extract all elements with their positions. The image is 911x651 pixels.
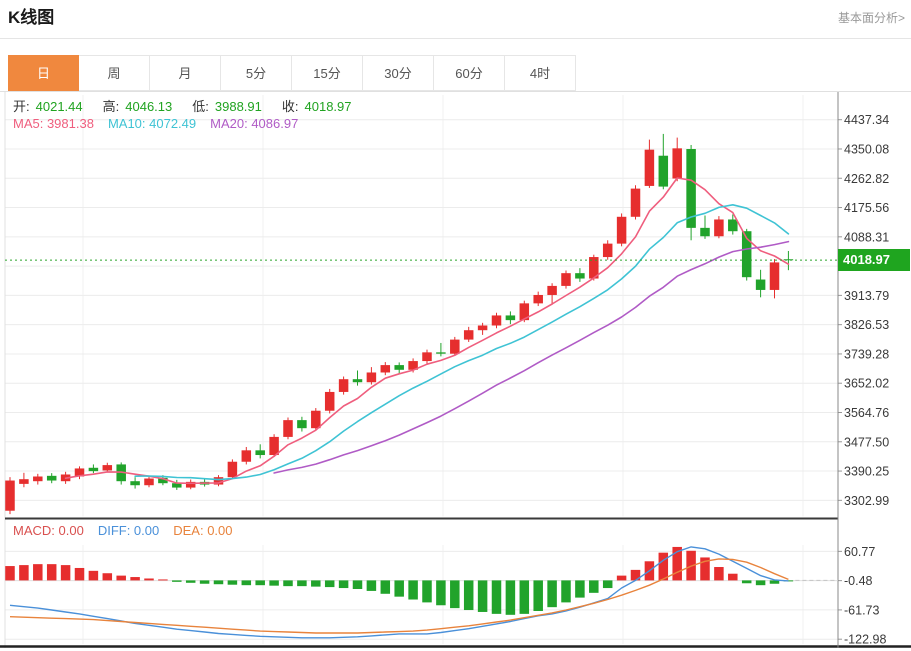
y-axis-label: 4350.08 xyxy=(844,142,889,156)
y-axis-label: 4262.82 xyxy=(844,172,889,186)
legend-item: DEA: 0.00 xyxy=(173,523,232,538)
interval-tab-7[interactable]: 4时 xyxy=(505,55,576,91)
interval-tab-5[interactable]: 30分 xyxy=(363,55,434,91)
y-axis-label: 4175.56 xyxy=(844,201,889,215)
legend-item: MA5: 3981.38 xyxy=(13,116,94,131)
interval-tab-0[interactable]: 日 xyxy=(8,55,79,91)
current-price-tag: 4018.97 xyxy=(838,249,910,271)
y-axis-label: 3739.28 xyxy=(844,347,889,361)
legend-item: 收:4018.97 xyxy=(282,99,358,114)
y-axis-label: 4088.31 xyxy=(844,230,889,244)
interval-tab-1[interactable]: 周 xyxy=(79,55,150,91)
interval-tab-3[interactable]: 5分 xyxy=(221,55,292,91)
page-header: K线图 基本面分析> xyxy=(0,0,911,39)
y-axis-label: 3390.25 xyxy=(844,465,889,479)
ma10-line xyxy=(135,205,788,480)
ohlc-legend: 开:4021.44 高:4046.13 低:3988.91 收:4018.97 xyxy=(13,96,372,115)
interval-tab-6[interactable]: 60分 xyxy=(434,55,505,91)
interval-tabbar: 日周月5分15分30分60分4时 xyxy=(0,55,911,92)
interval-tab-2[interactable]: 月 xyxy=(150,55,221,91)
dea-line xyxy=(10,559,788,633)
ma20-line xyxy=(274,242,788,473)
macd-legend: MACD: 0.00 DIFF: 0.00 DEA: 0.00 xyxy=(13,523,247,538)
legend-item: MA20: 4086.97 xyxy=(210,116,298,131)
fundamental-analysis-link[interactable]: 基本面分析> xyxy=(838,0,905,36)
y-axis-label: 3826.53 xyxy=(844,318,889,332)
macd-axis-label: 60.77 xyxy=(844,545,875,559)
page-title: K线图 xyxy=(0,0,911,36)
macd-axis-label: -61.73 xyxy=(844,603,879,617)
ma-legend: MA5: 3981.38 MA10: 4072.49 MA20: 4086.97 xyxy=(13,116,312,131)
legend-item: MA10: 4072.49 xyxy=(108,116,196,131)
current-price-value: 4018.97 xyxy=(843,252,890,267)
ma5-line xyxy=(66,178,789,483)
legend-item: MACD: 0.00 xyxy=(13,523,84,538)
y-axis-label: 4437.34 xyxy=(844,113,889,127)
y-axis-label: 3652.02 xyxy=(844,377,889,391)
y-axis-label: 3564.76 xyxy=(844,406,889,420)
macd-axis-label: -122.98 xyxy=(844,633,886,647)
y-axis-label: 3477.50 xyxy=(844,435,889,449)
macd-axis-label: -0.48 xyxy=(844,574,873,588)
legend-item: DIFF: 0.00 xyxy=(98,523,159,538)
kline-page: K线图 基本面分析> 日周月5分15分30分60分4时 4437.34 4350.… xyxy=(0,0,911,651)
interval-tab-4[interactable]: 15分 xyxy=(292,55,363,91)
legend-item: 高:4046.13 xyxy=(103,99,179,114)
y-axis-label: 3302.99 xyxy=(844,494,889,508)
legend-item: 开:4021.44 xyxy=(13,99,89,114)
legend-item: 低:3988.91 xyxy=(192,99,268,114)
y-axis-label: 3913.79 xyxy=(844,289,889,303)
diff-line xyxy=(10,547,788,638)
